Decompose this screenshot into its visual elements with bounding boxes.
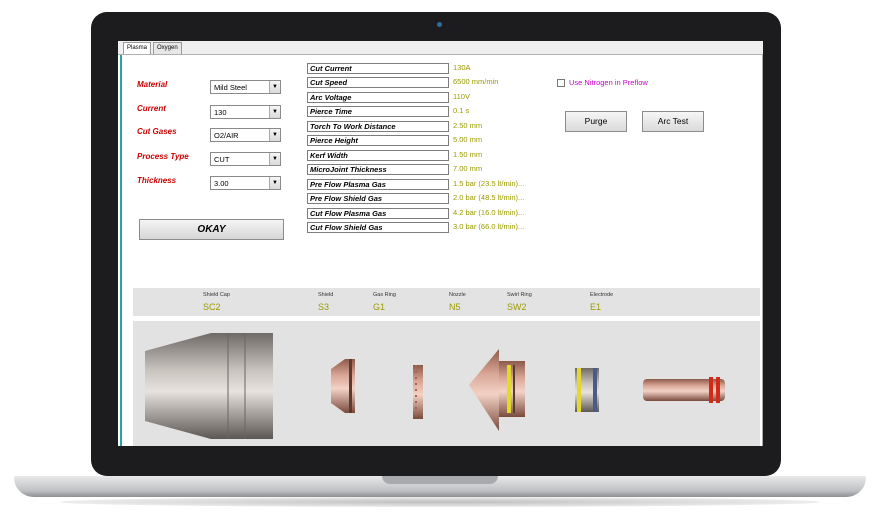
thickness-select[interactable]: 3.00 ▼ bbox=[210, 176, 281, 190]
consumables-illustration bbox=[145, 333, 725, 439]
swirl-ring-code: SW2 bbox=[507, 302, 527, 312]
param-cut-speed-value: 6500 mm/min bbox=[453, 77, 499, 86]
cut-gases-value: O2/AIR bbox=[214, 131, 239, 140]
cut-gases-select[interactable]: O2/AIR ▼ bbox=[210, 128, 281, 142]
material-value: Mild Steel bbox=[214, 83, 247, 92]
camera-icon bbox=[437, 22, 442, 27]
current-value: 130 bbox=[214, 108, 227, 117]
param-arc-voltage-value: 110V bbox=[453, 92, 470, 101]
consumables-bar: Shield Cap SC2 Shield S3 Gas Ring G1 Noz… bbox=[133, 288, 760, 316]
gas-ring-image bbox=[413, 365, 423, 419]
material-label: Material bbox=[137, 80, 168, 89]
current-label: Current bbox=[137, 104, 166, 113]
param-arc-voltage: Arc Voltage bbox=[307, 92, 449, 103]
param-cutflow-shield-value: 3.0 bar (66.0 lt/min)... bbox=[453, 222, 525, 231]
process-type-select[interactable]: CUT ▼ bbox=[210, 152, 281, 166]
param-cut-current-value: 130A bbox=[453, 63, 471, 72]
current-select[interactable]: 130 ▼ bbox=[210, 105, 281, 119]
thickness-label: Thickness bbox=[137, 176, 177, 185]
chevron-down-icon: ▼ bbox=[269, 106, 280, 118]
checkbox-icon bbox=[557, 79, 565, 88]
electrode-code: E1 bbox=[590, 302, 602, 312]
param-cutflow-plasma-value: 4.2 bar (16.0 lt/min)... bbox=[453, 208, 525, 217]
shield-image bbox=[331, 359, 355, 413]
laptop-shadow bbox=[60, 497, 820, 507]
chevron-down-icon: ▼ bbox=[269, 177, 280, 189]
plasma-panel: Material Mild Steel ▼ Current 130 ▼ Cut … bbox=[120, 55, 763, 446]
shield-code: S3 bbox=[318, 302, 330, 312]
chevron-down-icon: ▼ bbox=[269, 153, 280, 165]
material-select[interactable]: Mild Steel ▼ bbox=[210, 80, 281, 94]
param-microjoint: MicroJoint Thickness bbox=[307, 164, 449, 175]
tab-oxygen[interactable]: Oxygen bbox=[153, 42, 182, 54]
okay-button[interactable]: OKAY bbox=[139, 219, 284, 240]
nitrogen-checkbox-label: Use Nitrogen in Preflow bbox=[569, 78, 648, 87]
param-pierce-height: Pierce Height bbox=[307, 135, 449, 146]
param-preflow-plasma: Pre Flow Plasma Gas bbox=[307, 179, 449, 190]
param-cut-current: Cut Current bbox=[307, 63, 449, 74]
tab-bar: Plasma Oxygen bbox=[118, 41, 763, 55]
gas-ring-header: Gas Ring bbox=[373, 292, 396, 298]
purge-button[interactable]: Purge bbox=[565, 111, 627, 132]
nitrogen-checkbox[interactable]: Use Nitrogen in Preflow bbox=[557, 78, 648, 88]
param-pierce-time: Pierce Time bbox=[307, 106, 449, 117]
param-cutflow-shield: Cut Flow Shield Gas bbox=[307, 222, 449, 233]
chevron-down-icon: ▼ bbox=[269, 129, 280, 141]
param-preflow-shield-value: 2.0 bar (48.5 lt/min)... bbox=[453, 193, 525, 202]
param-cutflow-plasma: Cut Flow Plasma Gas bbox=[307, 208, 449, 219]
param-torch-distance-value: 2.50 mm bbox=[453, 121, 483, 130]
nozzle-code: N5 bbox=[449, 302, 461, 312]
param-microjoint-value: 7.00 mm bbox=[453, 164, 483, 173]
app-screen: Plasma Oxygen Material Mild Steel ▼ Curr… bbox=[118, 41, 763, 446]
thickness-value: 3.00 bbox=[214, 179, 229, 188]
param-cut-speed: Cut Speed bbox=[307, 77, 449, 88]
param-torch-distance: Torch To Work Distance bbox=[307, 121, 449, 132]
cut-gases-label: Cut Gases bbox=[137, 127, 177, 136]
chevron-down-icon: ▼ bbox=[269, 81, 280, 93]
param-preflow-shield: Pre Flow Shield Gas bbox=[307, 193, 449, 204]
tab-plasma[interactable]: Plasma bbox=[123, 42, 152, 54]
electrode-image bbox=[643, 377, 725, 403]
param-pierce-time-value: 0.1 s bbox=[453, 106, 470, 115]
electrode-header: Electrode bbox=[590, 292, 614, 298]
arc-test-button[interactable]: Arc Test bbox=[642, 111, 704, 132]
shield-cap-code: SC2 bbox=[203, 302, 221, 312]
shield-header: Shield bbox=[318, 292, 334, 298]
gas-ring-code: G1 bbox=[373, 302, 386, 312]
shield-cap-image bbox=[145, 333, 273, 439]
laptop-notch bbox=[382, 476, 498, 484]
nozzle-image bbox=[469, 349, 525, 431]
param-preflow-plasma-value: 1.5 bar (23.5 lt/min)... bbox=[453, 179, 525, 188]
process-type-label: Process Type bbox=[137, 152, 189, 161]
param-kerf-width: Kerf Width bbox=[307, 150, 449, 161]
consumables-images bbox=[133, 321, 760, 446]
param-pierce-height-value: 5.00 mm bbox=[453, 135, 483, 144]
param-kerf-width-value: 1.50 mm bbox=[453, 150, 483, 159]
shield-cap-header: Shield Cap bbox=[203, 292, 230, 298]
swirl-ring-image bbox=[575, 368, 599, 412]
process-type-value: CUT bbox=[214, 155, 230, 164]
swirl-ring-header: Swirl Ring bbox=[507, 292, 532, 298]
nozzle-header: Nozzle bbox=[449, 292, 466, 298]
